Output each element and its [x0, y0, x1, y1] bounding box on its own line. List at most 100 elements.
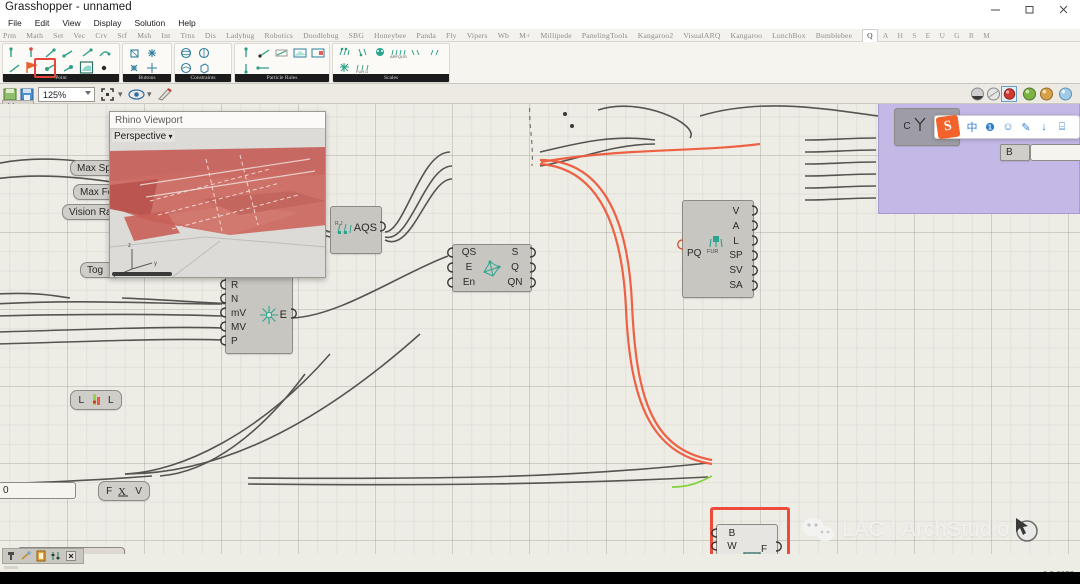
- vector-2-icon[interactable]: [59, 45, 77, 60]
- component-quad-solver[interactable]: QS E En S Q QN: [447, 244, 536, 292]
- force-icon[interactable]: [273, 45, 291, 60]
- output-port-E[interactable]: [291, 308, 300, 319]
- output-pin-S[interactable]: S: [512, 247, 519, 258]
- ghosted-sphere-icon[interactable]: [986, 86, 1001, 102]
- category-tab-trns[interactable]: Trns: [180, 31, 194, 40]
- sketch-icon[interactable]: [157, 86, 173, 102]
- category-tab-wb[interactable]: Wb: [498, 31, 509, 40]
- attractor-icon[interactable]: [237, 60, 255, 75]
- category-tab-bumblebee[interactable]: Bumblebee: [816, 31, 852, 40]
- profiler-icon[interactable]: [3, 549, 18, 563]
- group-b-panel[interactable]: [1030, 144, 1080, 161]
- category-tab-dis[interactable]: Dis: [205, 31, 216, 40]
- zoom-extents-icon[interactable]: [100, 86, 115, 102]
- point-dot2-icon[interactable]: [59, 60, 77, 75]
- output-pin-QN[interactable]: QN: [508, 278, 523, 288]
- point-dot3-icon[interactable]: [95, 60, 113, 75]
- burst2-icon[interactable]: [143, 60, 161, 75]
- category-letter-e[interactable]: E: [926, 31, 931, 40]
- close-icon[interactable]: [1046, 0, 1080, 18]
- preview-dropdown[interactable]: ▾: [147, 86, 152, 102]
- green-sphere-icon[interactable]: [1022, 86, 1037, 102]
- category-tab-ladybug[interactable]: Ladybug: [226, 31, 254, 40]
- category-tab-millipede[interactable]: Millipede: [541, 31, 572, 40]
- red-sphere-icon[interactable]: [1001, 86, 1017, 102]
- menu-item-display[interactable]: Display: [94, 18, 122, 29]
- component-field-vector[interactable]: F X V: [98, 481, 150, 501]
- input-pin-E[interactable]: E: [466, 262, 473, 273]
- emoji-icon[interactable]: ☺: [999, 116, 1017, 138]
- sogou-logo-icon[interactable]: S: [935, 114, 961, 140]
- repel-icon[interactable]: [255, 60, 273, 75]
- output-pin-Q[interactable]: Q: [511, 262, 519, 273]
- sphere-icon[interactable]: [177, 45, 195, 60]
- category-tab-prm[interactable]: Prm: [3, 31, 16, 40]
- category-tab-doodlebug[interactable]: Doodlebug: [303, 31, 339, 40]
- output-ports[interactable]: [776, 541, 785, 554]
- vector-4-icon[interactable]: [95, 45, 113, 60]
- canvas-scroll-nub[interactable]: [4, 566, 18, 569]
- input-pin-C[interactable]: C: [903, 122, 910, 132]
- category-tab-panelingtools[interactable]: PanelingTools: [582, 31, 628, 40]
- input-ports[interactable]: [445, 247, 454, 291]
- output-port[interactable]: [380, 221, 389, 232]
- rhino-viewport-canvas[interactable]: z y x: [110, 129, 325, 277]
- mesh-burst-icon[interactable]: [125, 60, 143, 75]
- sphere2-icon[interactable]: [195, 45, 213, 60]
- output-pin-A[interactable]: A: [733, 221, 740, 232]
- group-b-label[interactable]: B: [1000, 144, 1030, 161]
- category-tab-panda[interactable]: Panda: [416, 31, 436, 40]
- minimize-icon[interactable]: [978, 0, 1012, 18]
- output-pin-SV[interactable]: SV: [729, 265, 742, 276]
- chevron-down-icon[interactable]: ▾: [166, 132, 172, 141]
- category-tab-active[interactable]: Q: [862, 28, 878, 42]
- spring-icon[interactable]: [255, 45, 273, 60]
- category-letter-u[interactable]: U: [939, 31, 945, 40]
- input-pin-R[interactable]: R: [231, 281, 238, 291]
- punctuation-icon[interactable]: ❶: [981, 116, 999, 138]
- flock-icon[interactable]: [335, 45, 353, 60]
- component-emit-agents[interactable]: R N mV MV P E: [220, 274, 297, 354]
- plane2-icon[interactable]: [309, 45, 327, 60]
- fur-group2-icon[interactable]: FUR D: [353, 60, 371, 75]
- blue-sphere-icon[interactable]: [1058, 86, 1073, 102]
- output-pin-V[interactable]: V: [733, 207, 740, 217]
- input-pin-QS[interactable]: QS: [462, 247, 476, 258]
- burst3-icon[interactable]: [335, 60, 353, 75]
- eye-preview-icon[interactable]: [128, 86, 145, 102]
- input-pin-PQ[interactable]: PQ: [687, 248, 701, 259]
- input-pin-W[interactable]: W: [727, 542, 736, 552]
- output-pin-F[interactable]: F: [761, 544, 767, 554]
- voice-input-icon[interactable]: ↓: [1035, 116, 1053, 138]
- category-letter-a[interactable]: A: [883, 31, 889, 40]
- grasshopper-canvas[interactable]: Max Sp Max Fo Vision Ra Tog L L 0 F X V …: [0, 104, 1080, 554]
- shaded-sphere-icon[interactable]: [970, 86, 985, 102]
- output-pin-SP[interactable]: SP: [729, 251, 742, 261]
- orange-sphere-icon[interactable]: [1039, 86, 1054, 102]
- category-tab-sbg[interactable]: SBG: [349, 31, 364, 40]
- menu-item-file[interactable]: File: [8, 18, 22, 29]
- output-pin-SA[interactable]: SA: [729, 280, 742, 291]
- output-ports[interactable]: [752, 205, 761, 297]
- menu-item-edit[interactable]: Edit: [35, 18, 50, 29]
- category-tab-kangaroo[interactable]: Kangaroo: [731, 31, 763, 40]
- category-tab-visualarq[interactable]: VisualARQ: [683, 31, 720, 40]
- category-tab-honeybee[interactable]: Honeybee: [374, 31, 406, 40]
- anchor-icon[interactable]: [237, 45, 255, 60]
- category-tab-msh[interactable]: Msh: [137, 31, 151, 40]
- vector-3-icon[interactable]: [77, 45, 95, 60]
- category-tab-srf[interactable]: Srf: [117, 31, 127, 40]
- input-ports[interactable]: [709, 528, 718, 554]
- category-tab-lunchbox[interactable]: LunchBox: [772, 31, 806, 40]
- handwriting-icon[interactable]: ✎: [1017, 116, 1035, 138]
- category-letter-m[interactable]: M: [983, 31, 990, 40]
- fur-group-icon[interactable]: ARFQUSP: [389, 45, 407, 60]
- category-tab-int[interactable]: Int: [161, 31, 170, 40]
- component-vision-field-selected[interactable]: B W AQ En R F D: [711, 524, 782, 554]
- menu-item-solution[interactable]: Solution: [135, 18, 166, 29]
- component-line-remap[interactable]: L L: [70, 390, 122, 410]
- zoom-extents-dropdown[interactable]: ▾: [118, 86, 123, 102]
- category-tab-vec[interactable]: Vec: [73, 31, 85, 40]
- category-tab-robotics[interactable]: Robotics: [264, 31, 293, 40]
- rhino-viewport-scrollbar[interactable]: [112, 272, 172, 276]
